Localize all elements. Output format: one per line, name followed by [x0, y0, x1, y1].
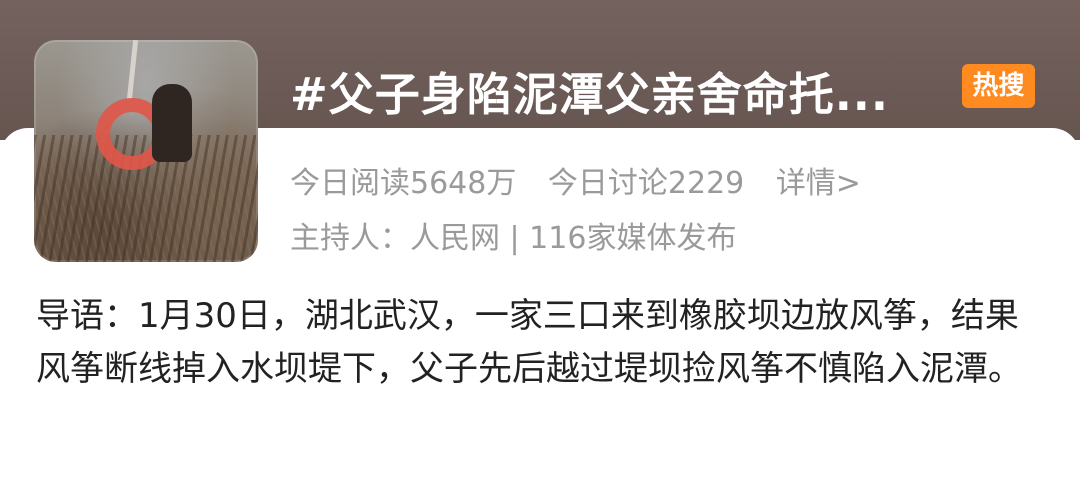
thumbnail-person — [152, 84, 192, 162]
topic-intro: 导语：1月30日，湖北武汉，一家三口来到橡胶坝边放风筝，结果风筝断线掉入水坝堤下… — [36, 296, 1022, 389]
details-link[interactable]: 详情> — [776, 166, 861, 201]
hot-search-badge: 热搜 — [962, 64, 1035, 108]
topic-stats: 今日阅读5648万 今日讨论2229 详情> — [290, 158, 883, 202]
topic-title[interactable]: #父子身陷泥潭父亲舍命托... — [290, 58, 889, 123]
topic-thumbnail[interactable] — [34, 40, 258, 262]
today-read-count: 今日阅读5648万 — [290, 166, 517, 201]
today-discussion-count: 今日讨论2229 — [547, 166, 745, 201]
thumbnail-pole — [126, 40, 139, 101]
topic-host-line: 主持人：人民网 | 116家媒体发布 — [290, 221, 737, 256]
